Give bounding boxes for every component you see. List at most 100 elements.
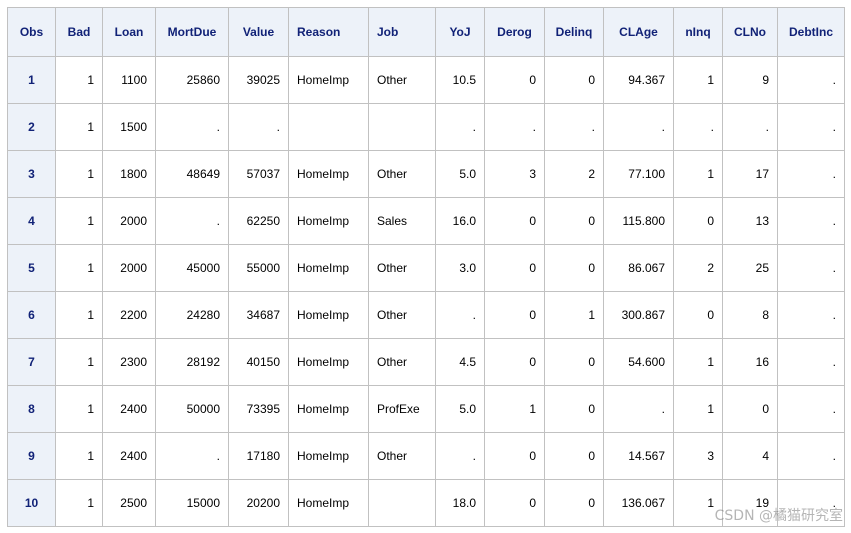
cell-delinq: 0 (544, 197, 604, 245)
cell-reason: HomeImp (288, 338, 369, 386)
table-body: 1 1 1100 25860 39025 HomeImp Other 10.5 0 0 94.367… (7, 56, 845, 527)
cell-mortdue: 25860 (155, 56, 229, 104)
column-header-loan: Loan (102, 7, 156, 57)
cell-delinq: 0 (544, 56, 604, 104)
cell-mortdue: 15000 (155, 479, 229, 527)
cell-ninq: 0 (673, 291, 723, 339)
cell-debtinc: . (777, 432, 845, 480)
cell-bad: 1 (55, 479, 103, 527)
cell-mortdue: . (155, 432, 229, 480)
row-obs-number: 8 (7, 385, 56, 433)
table-row: 2 1 1500......... (7, 103, 845, 151)
cell-job: Other (368, 56, 436, 104)
cell-value: 34687 (228, 291, 289, 339)
cell-clno: 8 (722, 291, 778, 339)
cell-clno: . (722, 103, 778, 151)
cell-bad: 1 (55, 244, 103, 292)
cell-job (368, 103, 436, 151)
cell-clage: . (603, 103, 674, 151)
cell-value: 73395 (228, 385, 289, 433)
cell-clage: 86.067 (603, 244, 674, 292)
row-obs-number: 10 (7, 479, 56, 527)
cell-bad: 1 (55, 338, 103, 386)
cell-delinq: 0 (544, 244, 604, 292)
cell-derog: 0 (484, 56, 545, 104)
column-header-obs: Obs (7, 7, 56, 57)
cell-clage: 14.567 (603, 432, 674, 480)
cell-job: Other (368, 244, 436, 292)
cell-value: 20200 (228, 479, 289, 527)
cell-debtinc: . (777, 103, 845, 151)
cell-clage: 77.100 (603, 150, 674, 198)
table-row: 8 1 2400 50000 73395 HomeImp ProfExe 5.0 1 0. 1 0. (7, 385, 845, 433)
cell-debtinc: . (777, 197, 845, 245)
cell-derog: 0 (484, 244, 545, 292)
cell-value: 17180 (228, 432, 289, 480)
cell-job: Sales (368, 197, 436, 245)
cell-mortdue: 48649 (155, 150, 229, 198)
cell-ninq: 1 (673, 150, 723, 198)
cell-clage: . (603, 385, 674, 433)
cell-yoj: . (435, 432, 485, 480)
row-obs-number: 1 (7, 56, 56, 104)
cell-debtinc: . (777, 385, 845, 433)
cell-value: 57037 (228, 150, 289, 198)
cell-delinq: 2 (544, 150, 604, 198)
cell-job: Other (368, 338, 436, 386)
row-obs-number: 5 (7, 244, 56, 292)
cell-bad: 1 (55, 103, 103, 151)
cell-delinq: 0 (544, 432, 604, 480)
cell-debtinc: . (777, 150, 845, 198)
cell-yoj: 10.5 (435, 56, 485, 104)
cell-derog: 3 (484, 150, 545, 198)
data-table: Obs Bad Loan MortDue Value Reason Job YoJ Derog D… (7, 7, 845, 527)
cell-value: 55000 (228, 244, 289, 292)
table-row: 5 1 2000 45000 55000 HomeImp Other 3.0 0 0 86.067 2… (7, 244, 845, 292)
column-header-reason: Reason (288, 7, 369, 57)
column-header-clno: CLNo (722, 7, 778, 57)
cell-bad: 1 (55, 432, 103, 480)
cell-job: Other (368, 432, 436, 480)
cell-loan: 2400 (102, 385, 156, 433)
cell-ninq: 1 (673, 338, 723, 386)
cell-debtinc: . (777, 338, 845, 386)
column-header-delinq: Delinq (544, 7, 604, 57)
cell-delinq: 0 (544, 385, 604, 433)
cell-loan: 1100 (102, 56, 156, 104)
cell-job: ProfExe (368, 385, 436, 433)
cell-yoj: 5.0 (435, 150, 485, 198)
table-row: 6 1 2200 24280 34687 HomeImp Other. 0 1 300.867 0 8… (7, 291, 845, 339)
cell-delinq: . (544, 103, 604, 151)
cell-bad: 1 (55, 56, 103, 104)
cell-derog: 0 (484, 479, 545, 527)
cell-yoj: 3.0 (435, 244, 485, 292)
cell-yoj: 4.5 (435, 338, 485, 386)
cell-reason: HomeImp (288, 432, 369, 480)
table-row: 3 1 1800 48649 57037 HomeImp Other 5.0 3 2 77.100 1… (7, 150, 845, 198)
cell-clage: 300.867 (603, 291, 674, 339)
cell-debtinc: . (777, 479, 845, 527)
cell-clno: 0 (722, 385, 778, 433)
cell-derog: 0 (484, 197, 545, 245)
cell-mortdue: . (155, 197, 229, 245)
cell-debtinc: . (777, 291, 845, 339)
cell-reason (288, 103, 369, 151)
cell-reason: HomeImp (288, 56, 369, 104)
cell-ninq: . (673, 103, 723, 151)
cell-clno: 19 (722, 479, 778, 527)
cell-clno: 9 (722, 56, 778, 104)
cell-delinq: 0 (544, 479, 604, 527)
cell-clno: 25 (722, 244, 778, 292)
cell-loan: 2000 (102, 197, 156, 245)
cell-loan: 1500 (102, 103, 156, 151)
cell-loan: 2500 (102, 479, 156, 527)
cell-loan: 2200 (102, 291, 156, 339)
cell-reason: HomeImp (288, 197, 369, 245)
cell-ninq: 2 (673, 244, 723, 292)
cell-clno: 17 (722, 150, 778, 198)
column-header-mortdue: MortDue (155, 7, 229, 57)
cell-debtinc: . (777, 244, 845, 292)
cell-reason: HomeImp (288, 150, 369, 198)
cell-ninq: 3 (673, 432, 723, 480)
column-header-derog: Derog (484, 7, 545, 57)
